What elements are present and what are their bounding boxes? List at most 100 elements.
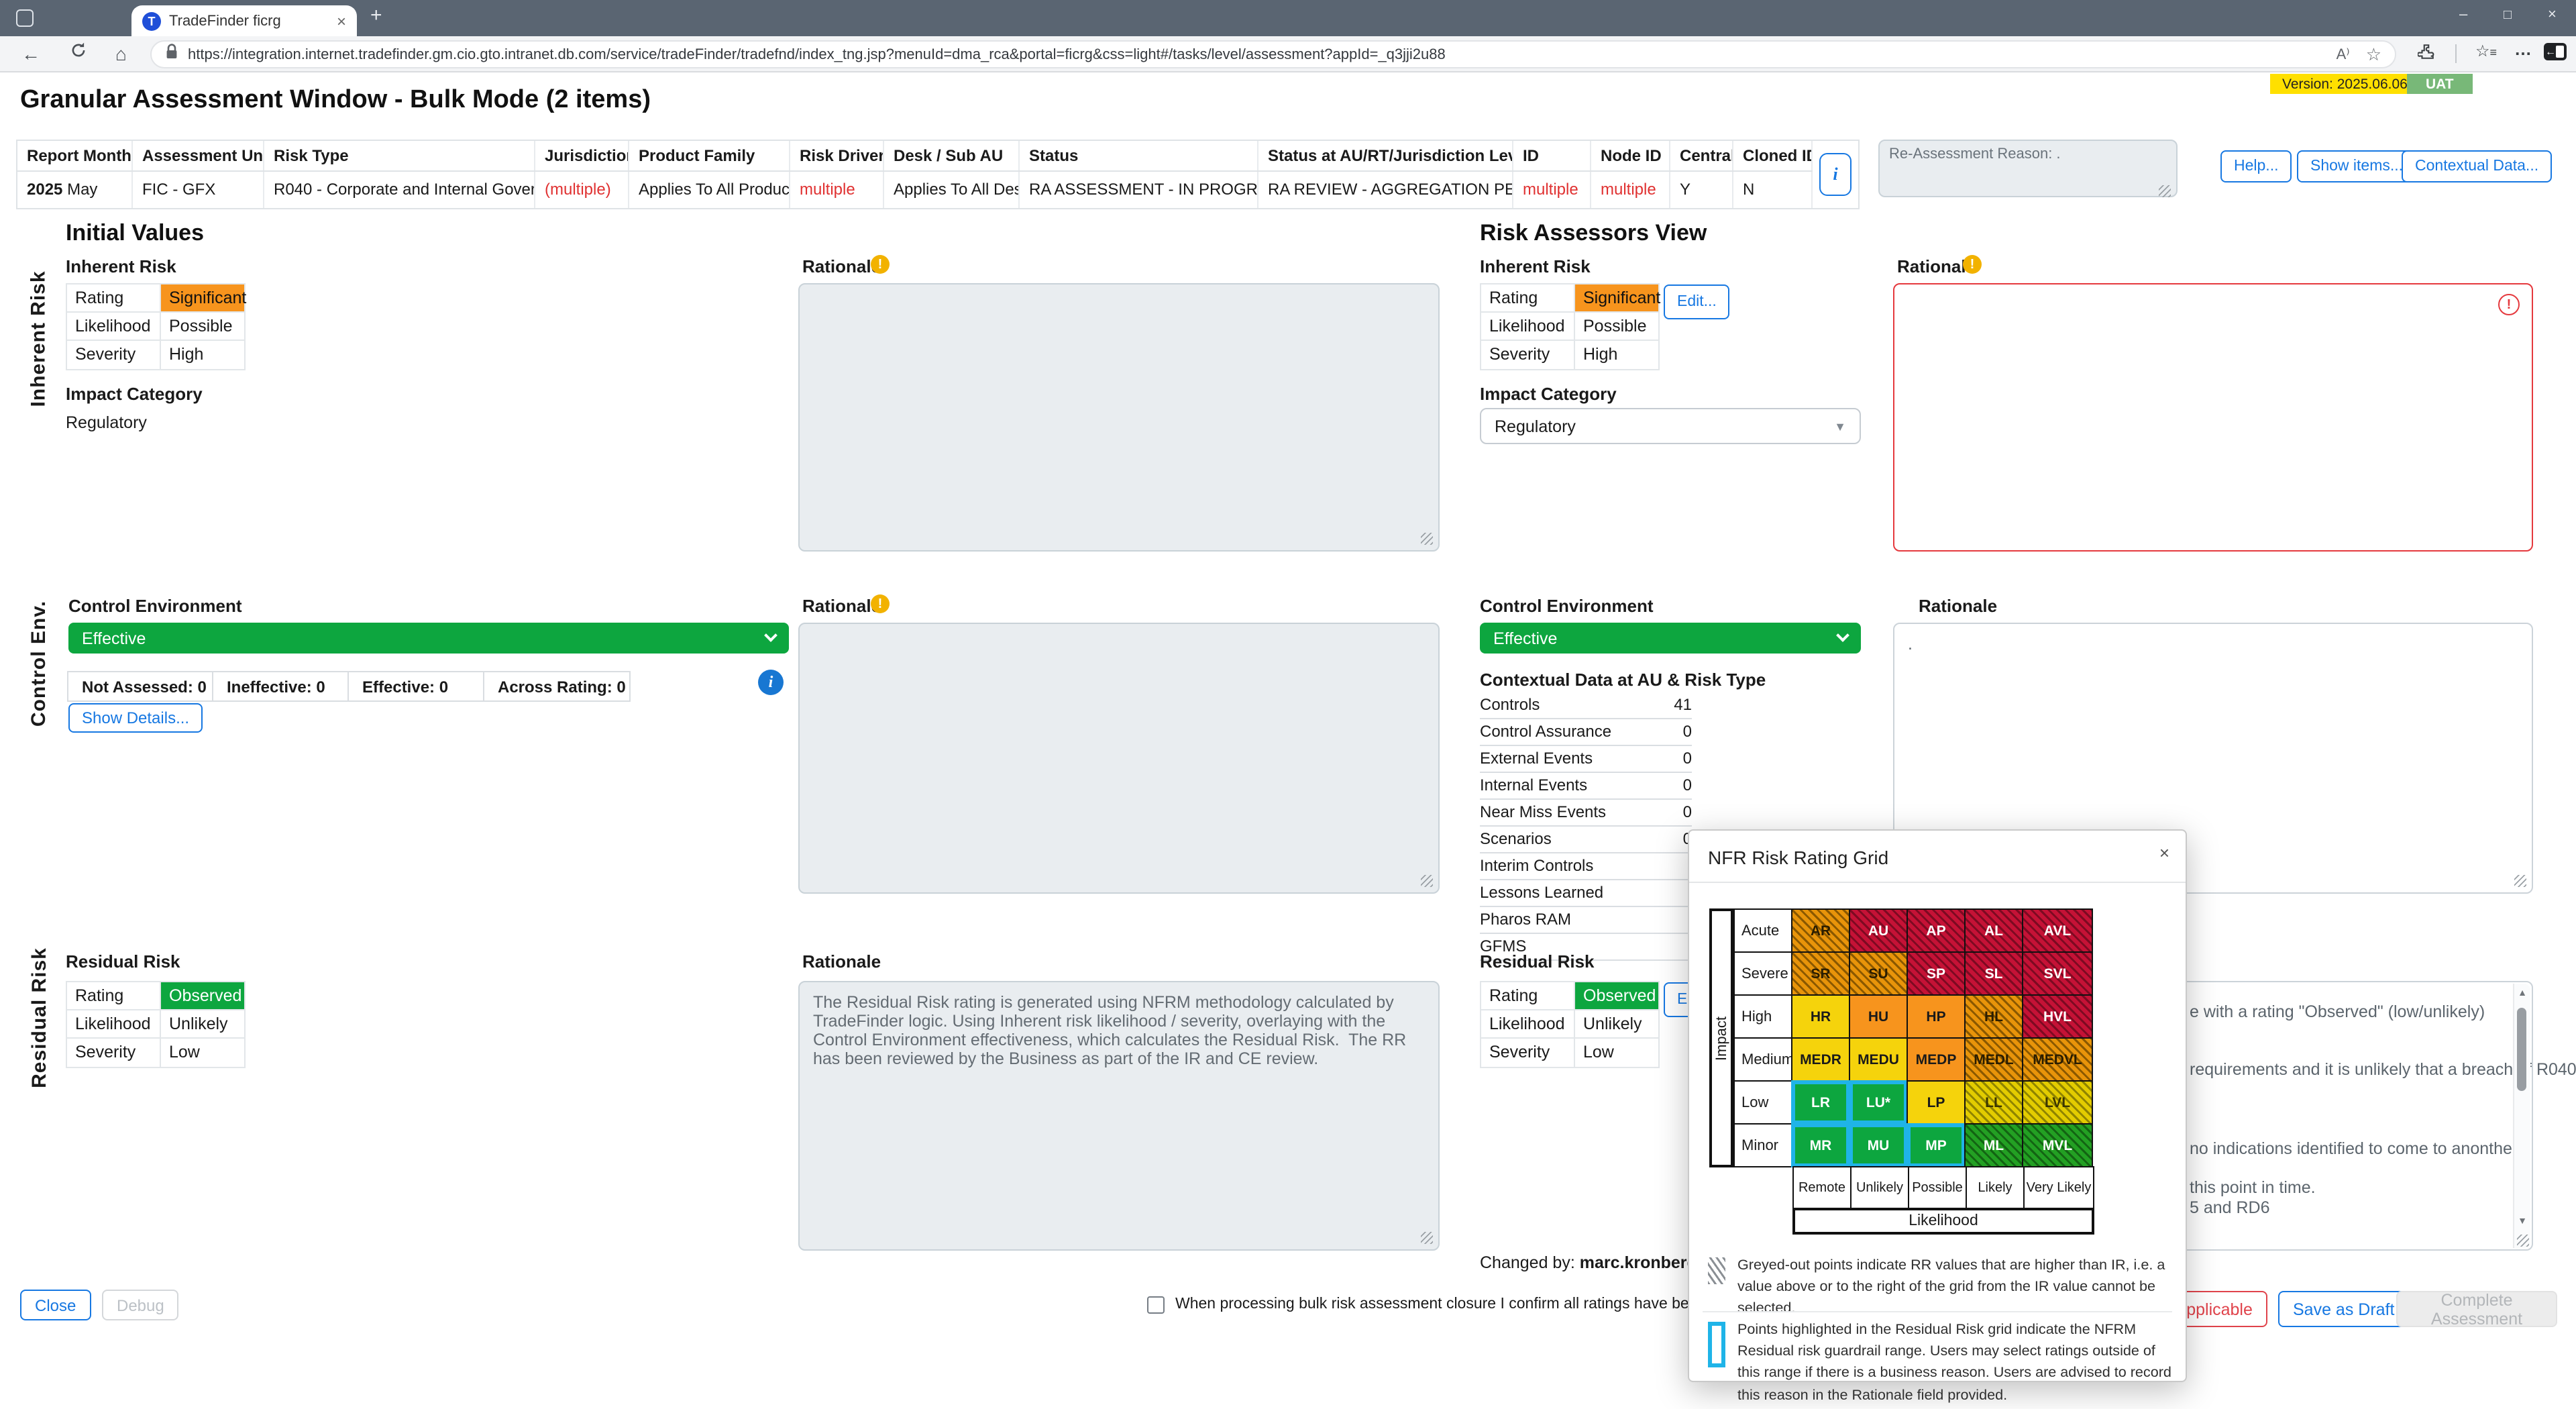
collections-icon[interactable]: ☆≡: [2475, 42, 2496, 60]
scrollbar[interactable]: ▲ ▼: [2513, 984, 2530, 1248]
grid-cell-HVL[interactable]: HVL: [2022, 994, 2093, 1039]
grid-cell-MVL[interactable]: MVL: [2022, 1123, 2093, 1167]
favorite-star-icon[interactable]: ☆: [2366, 44, 2381, 65]
summary-cell-5: multiple: [790, 172, 884, 208]
summary-col-0: Report Month: [17, 141, 133, 170]
ce-left-select[interactable]: Effective: [68, 623, 789, 654]
grid-cell-MEDP[interactable]: MEDP: [1907, 1037, 1966, 1082]
ra-ir-value: Significant: [1575, 284, 1658, 311]
ra-rationale-textarea[interactable]: [1893, 283, 2533, 552]
risk-rating-grid: AcuteARAUAPALAVLSevereSRSUSPSLSVLHighHRH…: [1733, 908, 2093, 1167]
grid-cell-MEDU[interactable]: MEDU: [1849, 1037, 1908, 1082]
browser-tab[interactable]: T TradeFinder ficrg ×: [131, 5, 357, 36]
back-icon[interactable]: ←: [21, 42, 40, 66]
ra-impact-category-value: Regulatory: [1495, 417, 1576, 435]
summary-col-5: Risk Driver: [790, 141, 884, 170]
refresh-icon[interactable]: [70, 40, 87, 64]
grid-cell-SR[interactable]: SR: [1791, 951, 1850, 996]
grid-cell-HP[interactable]: HP: [1907, 994, 1966, 1039]
iv-ir-row: SeverityHigh: [67, 341, 244, 369]
grid-cell-LL[interactable]: LL: [1964, 1080, 2023, 1125]
grid-cell-AP[interactable]: AP: [1907, 908, 1966, 953]
likelihood-tick-row: RemoteUnlikelyPossibleLikelyVery Likely: [1792, 1166, 2094, 1209]
ra-ir-edit-button[interactable]: Edit...: [1664, 284, 1730, 319]
grid-cell-MEDR[interactable]: MEDR: [1791, 1037, 1850, 1082]
rr-ra-label: Severity: [1481, 1039, 1575, 1067]
grid-cell-MU[interactable]: MU: [1849, 1123, 1908, 1167]
resize-handle[interactable]: [1421, 533, 1433, 545]
debug-button[interactable]: Debug: [102, 1290, 179, 1320]
grid-cell-HU[interactable]: HU: [1849, 994, 1908, 1039]
dialog-close-icon[interactable]: ×: [2159, 843, 2169, 863]
risk-assessors-heading: Risk Assessors View: [1480, 220, 1707, 247]
grid-cell-AL[interactable]: AL: [1964, 908, 2023, 953]
window-minimize-button[interactable]: –: [2459, 7, 2467, 23]
iv-impact-category-label: Impact Category: [66, 384, 203, 404]
summary-cell-1: FIC - GFX: [133, 172, 264, 208]
tab-activity-icon[interactable]: [16, 9, 34, 27]
grid-cell-LR[interactable]: LR: [1791, 1080, 1850, 1125]
close-button[interactable]: Close: [20, 1290, 91, 1320]
grid-cell-MR[interactable]: MR: [1791, 1123, 1850, 1167]
highlight-swatch-icon: [1708, 1322, 1725, 1367]
grid-cell-LU[interactable]: LU*: [1849, 1080, 1908, 1125]
rr-rationale-textarea[interactable]: The Residual Risk rating is generated us…: [798, 981, 1440, 1251]
new-tab-button[interactable]: +: [370, 4, 382, 27]
show-items-button[interactable]: Show items...: [2297, 150, 2416, 182]
grid-cell-HL[interactable]: HL: [1964, 994, 2023, 1039]
info-icon[interactable]: i: [758, 670, 784, 695]
contextual-label: External Events: [1480, 749, 1593, 768]
resize-handle[interactable]: [2159, 185, 2171, 197]
resize-handle[interactable]: [2517, 1235, 2529, 1247]
row-info-button[interactable]: i: [1819, 153, 1851, 196]
save-as-draft-button[interactable]: Save as Draft: [2278, 1291, 2409, 1327]
window-maximize-button[interactable]: □: [2504, 8, 2512, 23]
resize-handle[interactable]: [1421, 875, 1433, 887]
grid-cell-SVL[interactable]: SVL: [2022, 951, 2093, 996]
confirm-checkbox[interactable]: [1147, 1296, 1165, 1314]
grid-cell-SL[interactable]: SL: [1964, 951, 2023, 996]
grid-cell-AU[interactable]: AU: [1849, 908, 1908, 953]
help-button[interactable]: Help...: [2220, 150, 2292, 182]
contextual-data-button[interactable]: Contextual Data...: [2402, 150, 2552, 182]
iv-rationale-textarea[interactable]: [798, 283, 1440, 552]
summary-cell-11: Y: [1670, 172, 1733, 208]
grid-cell-AVL[interactable]: AVL: [2022, 908, 2093, 953]
grid-cell-SU[interactable]: SU: [1849, 951, 1908, 996]
resize-handle[interactable]: [1421, 1232, 1433, 1244]
grid-cell-SP[interactable]: SP: [1907, 951, 1966, 996]
tab-close-icon[interactable]: ×: [337, 11, 346, 30]
ce-right-select[interactable]: Effective: [1480, 623, 1861, 654]
grid-cell-MEDVL[interactable]: MEDVL: [2022, 1037, 2093, 1082]
environment-badge: UAT: [2407, 74, 2473, 94]
extensions-icon[interactable]: [2418, 43, 2435, 64]
home-icon[interactable]: ⌂: [115, 42, 127, 66]
grid-cell-MP[interactable]: MP: [1907, 1123, 1966, 1167]
rr-rationale-label: Rationale: [802, 951, 881, 972]
reassessment-reason-input[interactable]: Re-Assessment Reason: .: [1878, 140, 2178, 197]
scroll-up-icon[interactable]: ▲: [2514, 989, 2530, 998]
grid-cell-LVL[interactable]: LVL: [2022, 1080, 2093, 1125]
ce-rationale-textarea[interactable]: [798, 623, 1440, 894]
impact-level-label: Acute: [1733, 908, 1792, 953]
rr-ra-value: Unlikely: [1575, 1010, 1658, 1037]
window-close-button[interactable]: ×: [2548, 7, 2557, 23]
tab-title: TradeFinder ficrg: [169, 13, 337, 29]
more-menu-icon[interactable]: …: [2514, 39, 2532, 59]
resize-handle[interactable]: [2514, 875, 2526, 887]
grid-cell-ML[interactable]: ML: [1964, 1123, 2023, 1167]
contextual-row-3: Internal Events0: [1480, 773, 1692, 800]
grid-cell-HR[interactable]: HR: [1791, 994, 1850, 1039]
address-bar[interactable]: https://integration.internet.tradefinder…: [150, 40, 2396, 68]
scrollbar-thumb[interactable]: [2517, 1008, 2526, 1091]
sidebar-panel-icon[interactable]: ←: [2544, 43, 2567, 60]
scroll-down-icon[interactable]: ▼: [2514, 1217, 2530, 1227]
grid-cell-MEDL[interactable]: MEDL: [1964, 1037, 2023, 1082]
read-aloud-icon[interactable]: A⁾: [2337, 46, 2350, 63]
summary-col-4: Product Family: [629, 141, 790, 170]
complete-assessment-button[interactable]: Complete Assessment: [2396, 1291, 2557, 1327]
show-details-button[interactable]: Show Details...: [68, 703, 203, 733]
grid-cell-AR[interactable]: AR: [1791, 908, 1850, 953]
grid-cell-LP[interactable]: LP: [1907, 1080, 1966, 1125]
ra-impact-category-select[interactable]: Regulatory ▼: [1480, 408, 1861, 444]
